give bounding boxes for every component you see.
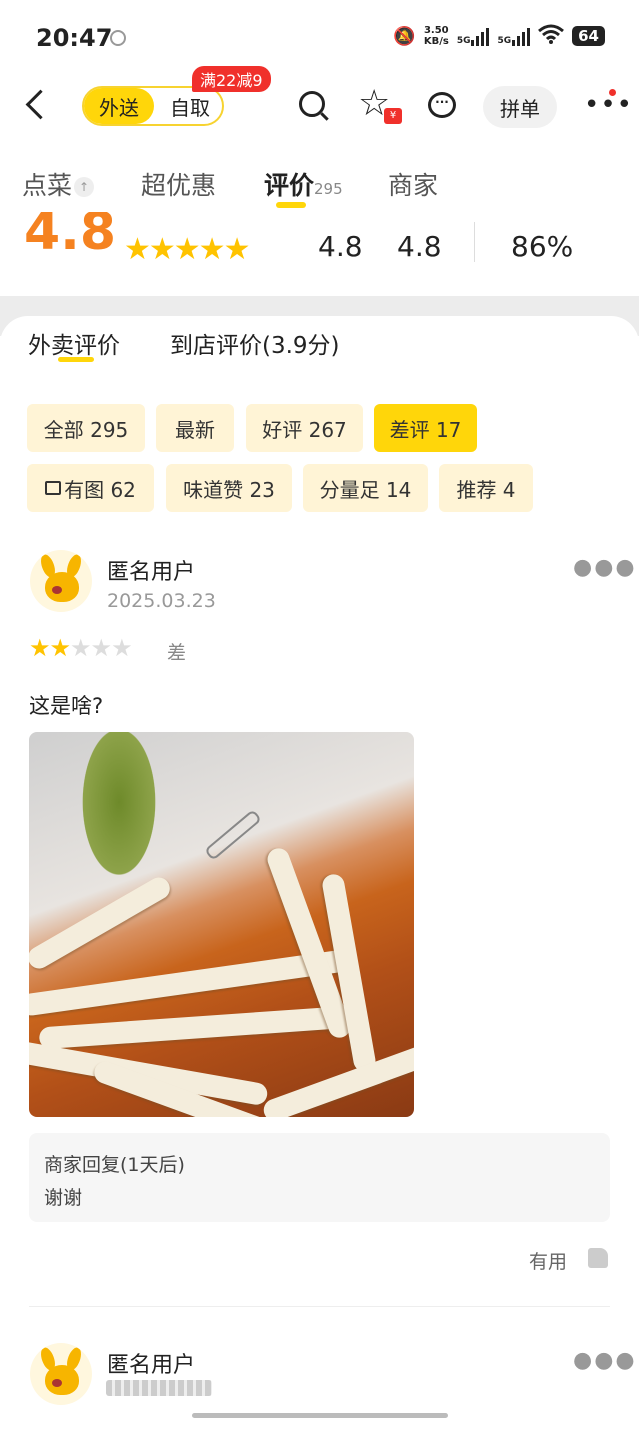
notification-dot (609, 89, 616, 96)
review-stars: ★★★★★ (29, 634, 133, 662)
tab-reviews[interactable]: 评价295 (264, 166, 343, 202)
promo-badge: 满22减9 (192, 66, 271, 92)
back-icon[interactable] (25, 89, 56, 120)
status-time: 20:47 (36, 24, 113, 52)
star-filled-icon: ★ (29, 634, 50, 662)
battery-indicator: 64 (572, 26, 605, 46)
tab-delivery-reviews[interactable]: 外卖评价 (28, 326, 120, 360)
review-count: 295 (314, 180, 343, 198)
home-indicator[interactable] (192, 1413, 448, 1418)
sim1-label: 5G (456, 36, 471, 46)
review-more-icon[interactable]: ●●● (573, 1348, 637, 1373)
image-icon (45, 481, 62, 495)
tab-reviews-label: 评价 (264, 171, 315, 200)
tab-order[interactable]: 点菜 ↑ (22, 166, 95, 202)
avatar-nose (52, 586, 62, 594)
star-empty-icon: ★ (111, 634, 132, 662)
delivery-toggle-button[interactable]: 外送 (84, 88, 154, 124)
filter-generous[interactable]: 分量足 14 (303, 464, 428, 512)
reviewer-name: 匿名用户 (107, 560, 196, 585)
noodle (29, 873, 174, 973)
reviewer-name: 匿名用户 (107, 1353, 196, 1378)
noodle (29, 949, 349, 1017)
sub-tab-indicator (58, 357, 94, 362)
tab-deals[interactable]: 超优惠 (141, 166, 216, 202)
filter-positive[interactable]: 好评 267 (246, 404, 363, 452)
message-icon[interactable]: ··· (428, 92, 456, 118)
rating-word: 差 (167, 642, 187, 664)
signal-2: 5G (497, 26, 531, 46)
filter-negative[interactable]: 差评 17 (374, 404, 477, 452)
pin-top-icon: ↑ (74, 177, 95, 197)
more-icon[interactable]: ••• (584, 92, 633, 118)
merchant-reply-text: 谢谢 (44, 1187, 83, 1209)
avatar-nose (52, 1379, 62, 1387)
settings-status-icon (110, 30, 126, 46)
review-photo[interactable] (29, 732, 414, 1117)
network-speed: 3.50 KB/s (424, 25, 449, 47)
filter-all[interactable]: 全部 295 (27, 404, 145, 452)
noodle (38, 1006, 340, 1050)
pickup-toggle-button[interactable]: 自取 (160, 88, 220, 124)
red-packet-badge: ¥ (384, 108, 402, 124)
avatar-head (45, 1365, 79, 1395)
signal-1: 5G (457, 26, 490, 46)
avatar (30, 1343, 92, 1405)
active-tab-indicator (276, 202, 306, 208)
paperclip-in-food (203, 809, 263, 861)
overall-score: 4.8 (24, 212, 117, 262)
review-more-icon[interactable]: ●●● (573, 555, 637, 580)
noodle (260, 1041, 414, 1117)
tab-merchant[interactable]: 商家 (388, 166, 438, 202)
network-speed-value: 3.50 (423, 25, 449, 36)
star-empty-icon: ★ (70, 634, 91, 662)
thumbs-up-icon[interactable] (588, 1248, 608, 1268)
network-speed-unit: KB/s (423, 36, 449, 47)
signal-bars-icon (471, 26, 490, 46)
avatar-head (45, 572, 79, 602)
mute-bell-icon: 🔕 (393, 25, 416, 47)
filter-latest[interactable]: 最新 (156, 404, 234, 452)
divider (474, 222, 475, 262)
filter-with-images-label: 有图 62 (64, 477, 136, 502)
signal-bars-icon (512, 26, 531, 46)
star-filled-icon: ★ (49, 634, 71, 662)
group-order-button[interactable]: 拼单 (483, 86, 557, 128)
tab-store-reviews[interactable]: 到店评价(3.9分) (170, 326, 340, 360)
review-date-blurred (106, 1380, 212, 1396)
review-text: 这是啥? (29, 694, 104, 718)
tab-order-label: 点菜 (22, 171, 73, 200)
filter-with-images[interactable]: 有图 62 (27, 464, 154, 512)
filter-tasty[interactable]: 味道赞 23 (166, 464, 292, 512)
review-divider (29, 1306, 610, 1307)
sim2-label: 5G (497, 36, 512, 46)
review-date: 2025.03.23 (107, 590, 216, 612)
avatar (30, 550, 92, 612)
overall-stars: ★★★★★ (124, 232, 250, 267)
merchant-reply-title: 商家回复(1天后) (44, 1154, 185, 1176)
status-icons: 🔕 3.50 KB/s 5G 5G 64 (393, 24, 605, 48)
star-empty-icon: ★ (90, 634, 112, 662)
packaging-score: 4.8 (397, 230, 442, 263)
wifi-icon (538, 24, 565, 48)
taste-score: 4.8 (318, 230, 363, 263)
merchant-reply-box (29, 1133, 610, 1222)
search-icon[interactable] (299, 91, 325, 117)
rating-summary: 4.8 ★★★★★ 4.8 4.8 86% (0, 212, 639, 272)
satisfaction-rate: 86% (511, 230, 574, 263)
filter-recommend[interactable]: 推荐 4 (439, 464, 533, 512)
useful-button[interactable]: 有用 (529, 1247, 567, 1274)
